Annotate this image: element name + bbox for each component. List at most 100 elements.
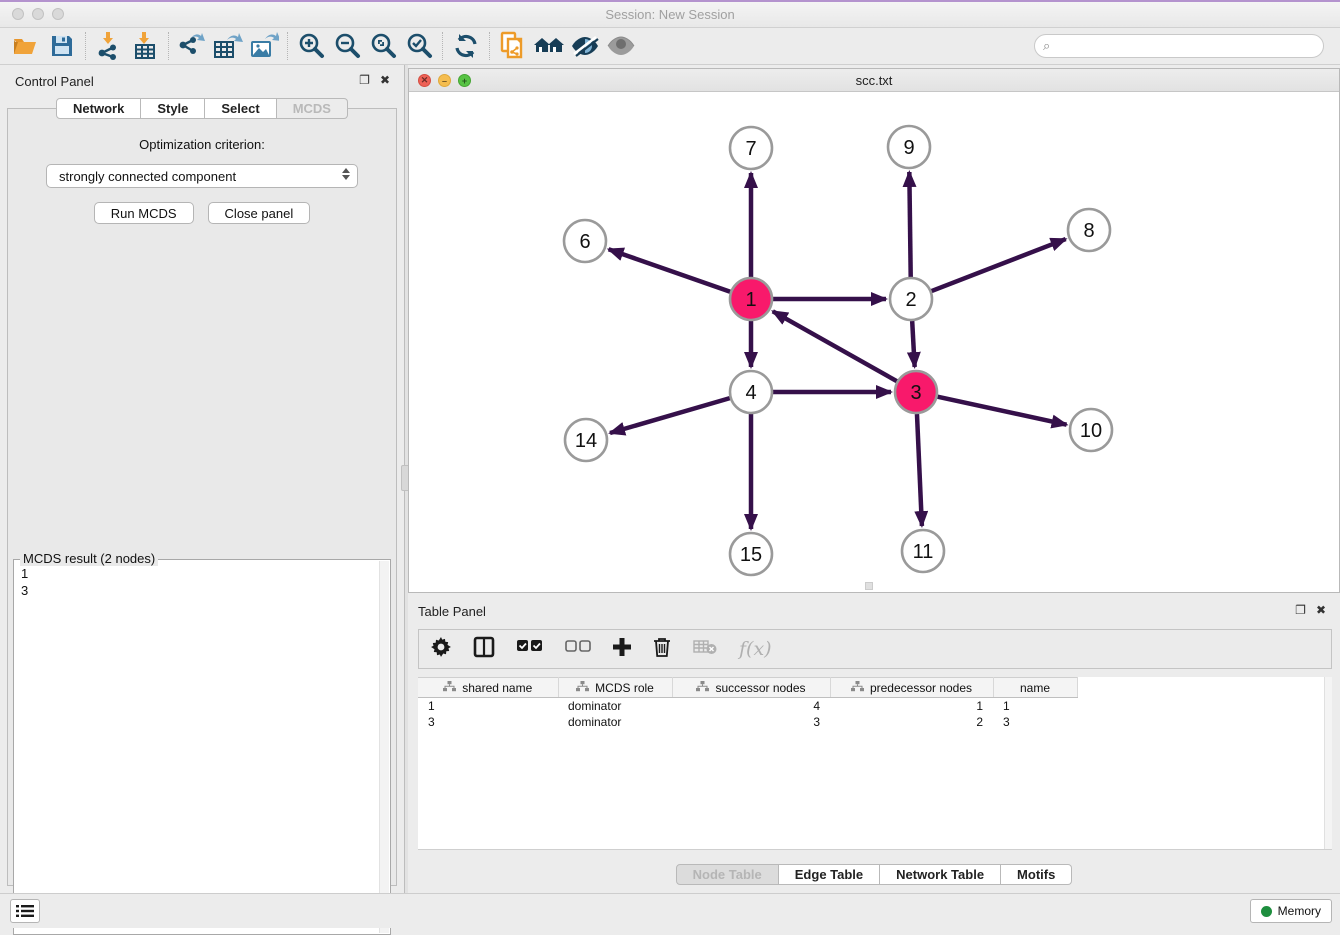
edge-2-9[interactable] [909,172,910,277]
edge-3-10[interactable] [937,397,1066,425]
open-file-icon[interactable] [8,31,44,61]
toolbar-separator [489,32,490,60]
table-panel: Table Panel ❐ ✖ [408,597,1340,893]
cell-shared-name[interactable]: 1 [418,698,558,714]
cell-predecessor-nodes[interactable]: 1 [830,698,993,714]
network-clone-icon[interactable] [495,31,531,61]
node-1[interactable]: 1 [730,278,772,320]
column-header-shared-name[interactable]: shared name [418,678,558,698]
float-icon[interactable]: ❐ [1295,604,1306,616]
node-7[interactable]: 7 [730,127,772,169]
cell-successor-nodes[interactable]: 3 [672,714,830,730]
zoom-fit-icon[interactable] [365,31,401,61]
node-label: 2 [905,289,916,311]
result-scrollbar[interactable] [379,561,389,933]
column-header-successor-nodes[interactable]: successor nodes [672,678,830,698]
search-icon: ⌕ [1043,38,1050,54]
close-icon[interactable]: ✖ [380,74,390,86]
node-2[interactable]: 2 [890,278,932,320]
node-8[interactable]: 8 [1068,209,1110,251]
memory-status-icon [1261,906,1272,917]
tab-edge-table[interactable]: Edge Table [779,864,880,885]
zoom-in-icon[interactable] [293,31,329,61]
tab-motifs[interactable]: Motifs [1001,864,1072,885]
edge-2-8[interactable] [932,239,1066,291]
toolbar-separator [442,32,443,60]
chevron-up-down-icon [342,168,350,180]
cell-MCDS-role[interactable]: dominator [558,698,672,714]
node-label: 10 [1080,420,1102,442]
edge-1-6[interactable] [609,249,731,291]
memory-button[interactable]: Memory [1250,899,1332,923]
column-header-name[interactable]: name [993,678,1077,698]
tab-network[interactable]: Network [56,98,141,119]
canvas-resize-grip[interactable] [865,582,873,590]
network-window-titlebar[interactable]: ✕ – + scc.txt [409,69,1339,92]
zoom-selected-icon[interactable] [401,31,437,61]
close-icon[interactable]: ✖ [1316,604,1326,616]
node-label: 1 [745,289,756,311]
tab-node-table[interactable]: Node Table [676,864,779,885]
main-toolbar: ⌕ [0,28,1340,65]
tab-select[interactable]: Select [205,98,276,119]
delete-column-icon[interactable] [653,637,671,662]
refresh-icon[interactable] [448,31,484,61]
home-icon[interactable] [531,31,567,61]
edge-3-1[interactable] [773,311,897,381]
import-table-icon[interactable] [127,31,163,61]
edge-4-14[interactable] [610,398,730,433]
cell-MCDS-role[interactable]: dominator [558,714,672,730]
export-table-icon[interactable] [210,31,246,61]
column-header-MCDS-role[interactable]: MCDS role [558,678,672,698]
run-mcds-button[interactable]: Run MCDS [94,202,194,224]
search-input[interactable]: ⌕ [1034,34,1324,58]
optimization-criterion-select[interactable]: strongly connected component [46,164,358,188]
table-row[interactable]: 3dominator323 [418,714,1077,730]
node-4[interactable]: 4 [730,371,772,413]
column-layout-icon[interactable] [473,636,495,663]
node-10[interactable]: 10 [1070,409,1112,451]
edge-2-3[interactable] [912,321,914,367]
node-table[interactable]: shared nameMCDS rolesuccessor nodesprede… [418,677,1332,850]
toolbar-separator [85,32,86,60]
gear-icon[interactable] [431,637,451,662]
import-network-icon[interactable] [91,31,127,61]
tab-style[interactable]: Style [141,98,205,119]
cell-shared-name[interactable]: 3 [418,714,558,730]
node-6[interactable]: 6 [564,220,606,262]
network-canvas[interactable]: 7 9 6 8 1 2 4 3 14 10 15 11 [409,92,1339,592]
cell-predecessor-nodes[interactable]: 2 [830,714,993,730]
deselect-all-icon[interactable] [565,640,591,658]
node-label: 3 [910,382,921,404]
table-row[interactable]: 1dominator411 [418,698,1077,714]
add-column-icon[interactable] [613,638,631,661]
task-history-button[interactable] [10,899,40,923]
select-all-icon[interactable] [517,640,543,658]
zoom-out-icon[interactable] [329,31,365,61]
tab-mcds[interactable]: MCDS [277,98,348,119]
node-11[interactable]: 11 [902,530,944,572]
table-scrollbar[interactable] [1324,677,1332,849]
cell-name[interactable]: 1 [993,698,1077,714]
cell-name[interactable]: 3 [993,714,1077,730]
show-all-icon[interactable] [603,31,639,61]
node-14[interactable]: 14 [565,419,607,461]
tab-network-table[interactable]: Network Table [880,864,1001,885]
network-graph[interactable]: 7 9 6 8 1 2 4 3 14 10 15 11 [409,92,1339,592]
export-network-icon[interactable] [174,31,210,61]
hide-selected-icon[interactable] [567,31,603,61]
status-bar: Memory [0,893,1340,928]
tree-icon [696,681,709,695]
float-icon[interactable]: ❐ [359,74,370,86]
cell-successor-nodes[interactable]: 4 [672,698,830,714]
tree-icon [851,681,864,695]
export-image-icon[interactable] [246,31,282,61]
save-session-icon[interactable] [44,31,80,61]
node-9[interactable]: 9 [888,126,930,168]
edge-3-11[interactable] [917,414,922,526]
close-panel-button[interactable]: Close panel [208,202,311,224]
mcds-result-list[interactable]: 1 3 [15,561,378,933]
node-15[interactable]: 15 [730,533,772,575]
node-3[interactable]: 3 [895,371,937,413]
column-header-predecessor-nodes[interactable]: predecessor nodes [830,678,993,698]
